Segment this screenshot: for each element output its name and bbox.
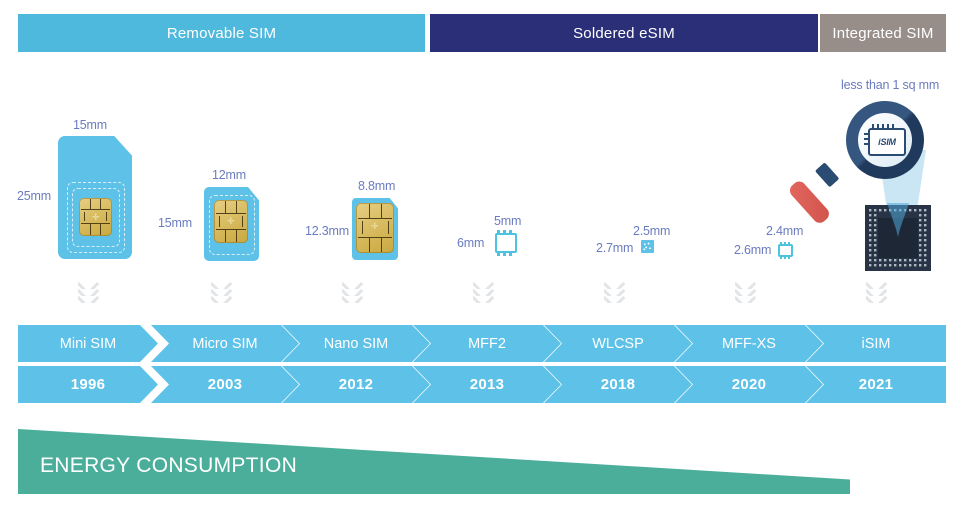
timeline-name-mff2[interactable]: MFF2 <box>413 325 561 362</box>
energy-consumption-label: ENERGY CONSUMPTION <box>40 454 298 477</box>
timeline-year-mff-xs[interactable]: 2020 <box>675 366 823 403</box>
infographic-canvas: Removable SIM Soldered eSIM Integrated S… <box>0 0 980 512</box>
dimension-label-mff-xs-height: 2.6mm <box>734 243 772 257</box>
dimension-label-mini-sim-height: 25mm <box>17 189 51 203</box>
wlcsp-die-icon <box>641 240 654 253</box>
chevron-separator-mff2 <box>473 282 495 308</box>
dimension-label-mff-xs-width: 2.4mm <box>766 224 804 238</box>
timeline-year-wlcsp[interactable]: 2018 <box>544 366 692 403</box>
sim-card-graphic-mini: ✛ <box>58 136 132 259</box>
timeline: Mini SIM Micro SIM Nano SIM MFF2 WLCSP M… <box>18 325 946 403</box>
sim-card-graphic-nano: ✛ <box>352 198 398 260</box>
timeline-year-nano-sim[interactable]: 2012 <box>282 366 430 403</box>
dimension-label-mff2-height: 6mm <box>457 236 485 250</box>
chevron-separator-micro-sim <box>211 282 233 308</box>
dimension-label-wlcsp-height: 2.7mm <box>596 241 634 255</box>
energy-consumption-banner: ENERGY CONSUMPTION <box>18 428 850 494</box>
dimension-label-micro-sim-height: 15mm <box>158 216 192 230</box>
timeline-year-isim[interactable]: 2021 <box>806 366 946 403</box>
timeline-name-mff-xs[interactable]: MFF-XS <box>675 325 823 362</box>
timeline-name-nano-sim[interactable]: Nano SIM <box>282 325 430 362</box>
sim-contact-chip: ✛ <box>214 200 248 243</box>
chevron-separator-mini-sim <box>78 282 100 308</box>
dimension-label-wlcsp-width: 2.5mm <box>633 224 671 238</box>
sim-card-graphic-micro: ✛ <box>204 187 259 261</box>
dimension-label-micro-sim-width: 12mm <box>212 168 246 182</box>
magnifier-handle <box>787 178 832 226</box>
ic-chip-icon-mff2 <box>495 230 517 256</box>
timeline-name-isim[interactable]: iSIM <box>806 325 946 362</box>
category-header-removable-sim: Removable SIM <box>18 14 425 52</box>
timeline-year-mff2[interactable]: 2013 <box>413 366 561 403</box>
dimension-label-nano-sim-height: 12.3mm <box>305 224 349 238</box>
category-header-soldered-esim: Soldered eSIM <box>430 14 818 52</box>
timeline-year-micro-sim[interactable]: 2003 <box>151 366 299 403</box>
timeline-name-row: Mini SIM Micro SIM Nano SIM MFF2 WLCSP M… <box>18 325 946 362</box>
timeline-year-mini-sim[interactable]: 1996 <box>18 366 158 403</box>
chevron-separator-isim <box>866 282 888 308</box>
magnifier-neck <box>814 162 840 188</box>
chevron-separator-nano-sim <box>342 282 364 308</box>
timeline-name-mini-sim[interactable]: Mini SIM <box>18 325 158 362</box>
timeline-year-row: 1996 2003 2012 2013 2018 2020 2021 <box>18 366 946 403</box>
category-header-integrated-sim: Integrated SIM <box>820 14 946 52</box>
sim-contact-chip: ✛ <box>79 198 112 236</box>
sim-contact-chip: ✛ <box>356 203 394 253</box>
chevron-separator-wlcsp <box>604 282 626 308</box>
bga-package-graphic <box>865 203 931 271</box>
timeline-name-wlcsp[interactable]: WLCSP <box>544 325 692 362</box>
chevron-separator-mff-xs <box>735 282 757 308</box>
dimension-label-mff2-width: 5mm <box>494 214 522 228</box>
timeline-name-micro-sim[interactable]: Micro SIM <box>151 325 299 362</box>
ic-chip-icon-mff-xs <box>778 242 793 259</box>
isim-chip-label: iSIM <box>868 128 906 156</box>
bga-beam-tip <box>887 203 909 237</box>
isim-caption: less than 1 sq mm <box>841 78 940 92</box>
dimension-label-mini-sim-width: 15mm <box>73 118 107 132</box>
dimension-label-nano-sim-width: 8.8mm <box>358 179 396 193</box>
